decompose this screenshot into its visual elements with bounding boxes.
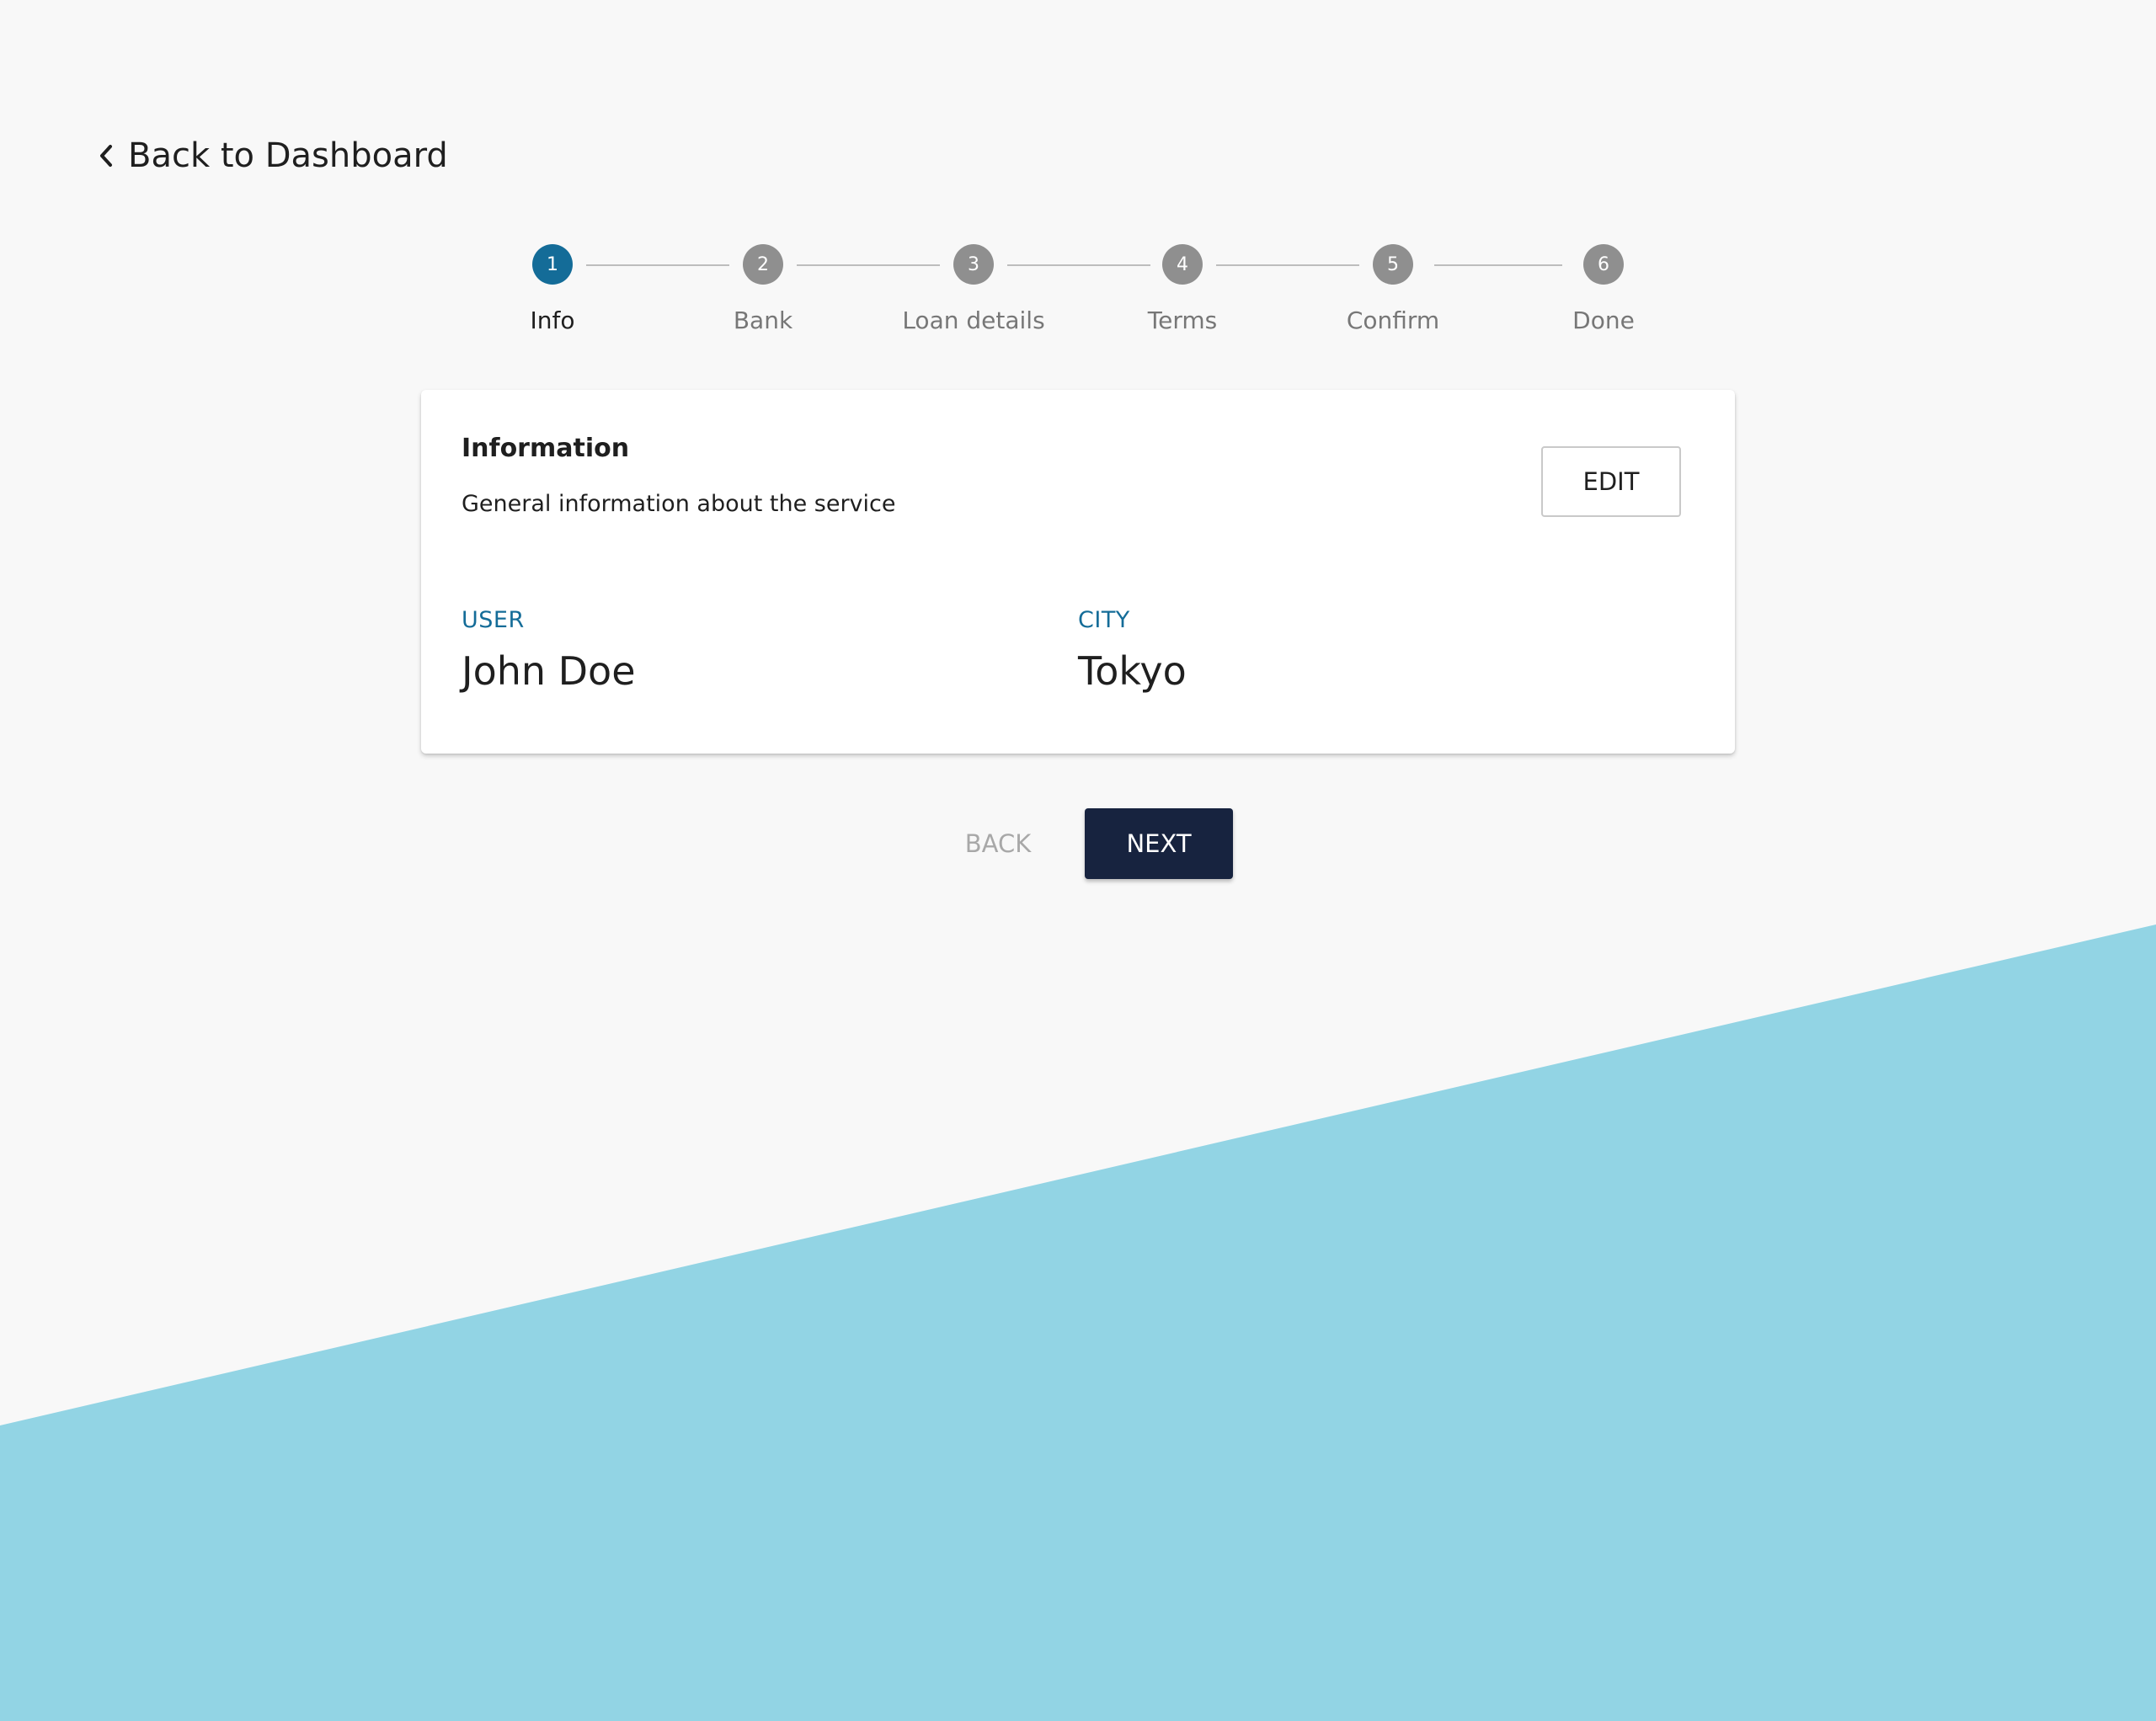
user-field: USER John Doe bbox=[462, 607, 636, 694]
step-info: 1 Info bbox=[451, 244, 654, 334]
card-title: Information bbox=[462, 434, 630, 463]
step-label: Loan details bbox=[902, 306, 1045, 334]
step-number: 2 bbox=[743, 244, 783, 285]
back-to-dashboard-label: Back to Dashboard bbox=[128, 136, 448, 175]
step-done: 6 Done bbox=[1502, 244, 1705, 334]
back-to-dashboard-link[interactable]: Back to Dashboard bbox=[98, 136, 448, 175]
step-confirm: 5 Confirm bbox=[1292, 244, 1494, 334]
step-bank: 2 Bank bbox=[662, 244, 864, 334]
field-label: CITY bbox=[1078, 607, 1130, 633]
step-number: 3 bbox=[953, 244, 994, 285]
city-field: CITY Tokyo bbox=[1078, 607, 1187, 694]
field-value: Tokyo bbox=[1078, 648, 1187, 694]
step-terms: 4 Terms bbox=[1081, 244, 1283, 334]
step-number: 1 bbox=[532, 244, 573, 285]
card-subtitle: General information about the service bbox=[462, 491, 896, 517]
step-label: Bank bbox=[733, 306, 793, 334]
page: Back to Dashboard 1 Info 2 Bank 3 Loan d… bbox=[0, 0, 2156, 1721]
step-label: Terms bbox=[1147, 306, 1218, 334]
edit-button[interactable]: EDIT bbox=[1541, 446, 1681, 517]
back-button[interactable]: BACK bbox=[943, 808, 1053, 879]
step-label: Confirm bbox=[1346, 306, 1440, 334]
step-number: 4 bbox=[1162, 244, 1203, 285]
step-label: Info bbox=[530, 306, 575, 334]
field-value: John Doe bbox=[462, 648, 636, 694]
progress-stepper: 1 Info 2 Bank 3 Loan details 4 Terms 5 C… bbox=[0, 244, 2156, 362]
step-label: Done bbox=[1572, 306, 1635, 334]
next-button[interactable]: NEXT bbox=[1085, 808, 1233, 879]
step-loan-details: 3 Loan details bbox=[873, 244, 1075, 334]
information-card: Information General information about th… bbox=[421, 390, 1735, 754]
step-number: 5 bbox=[1373, 244, 1413, 285]
step-number: 6 bbox=[1583, 244, 1624, 285]
chevron-left-icon bbox=[98, 143, 115, 168]
field-label: USER bbox=[462, 607, 525, 633]
